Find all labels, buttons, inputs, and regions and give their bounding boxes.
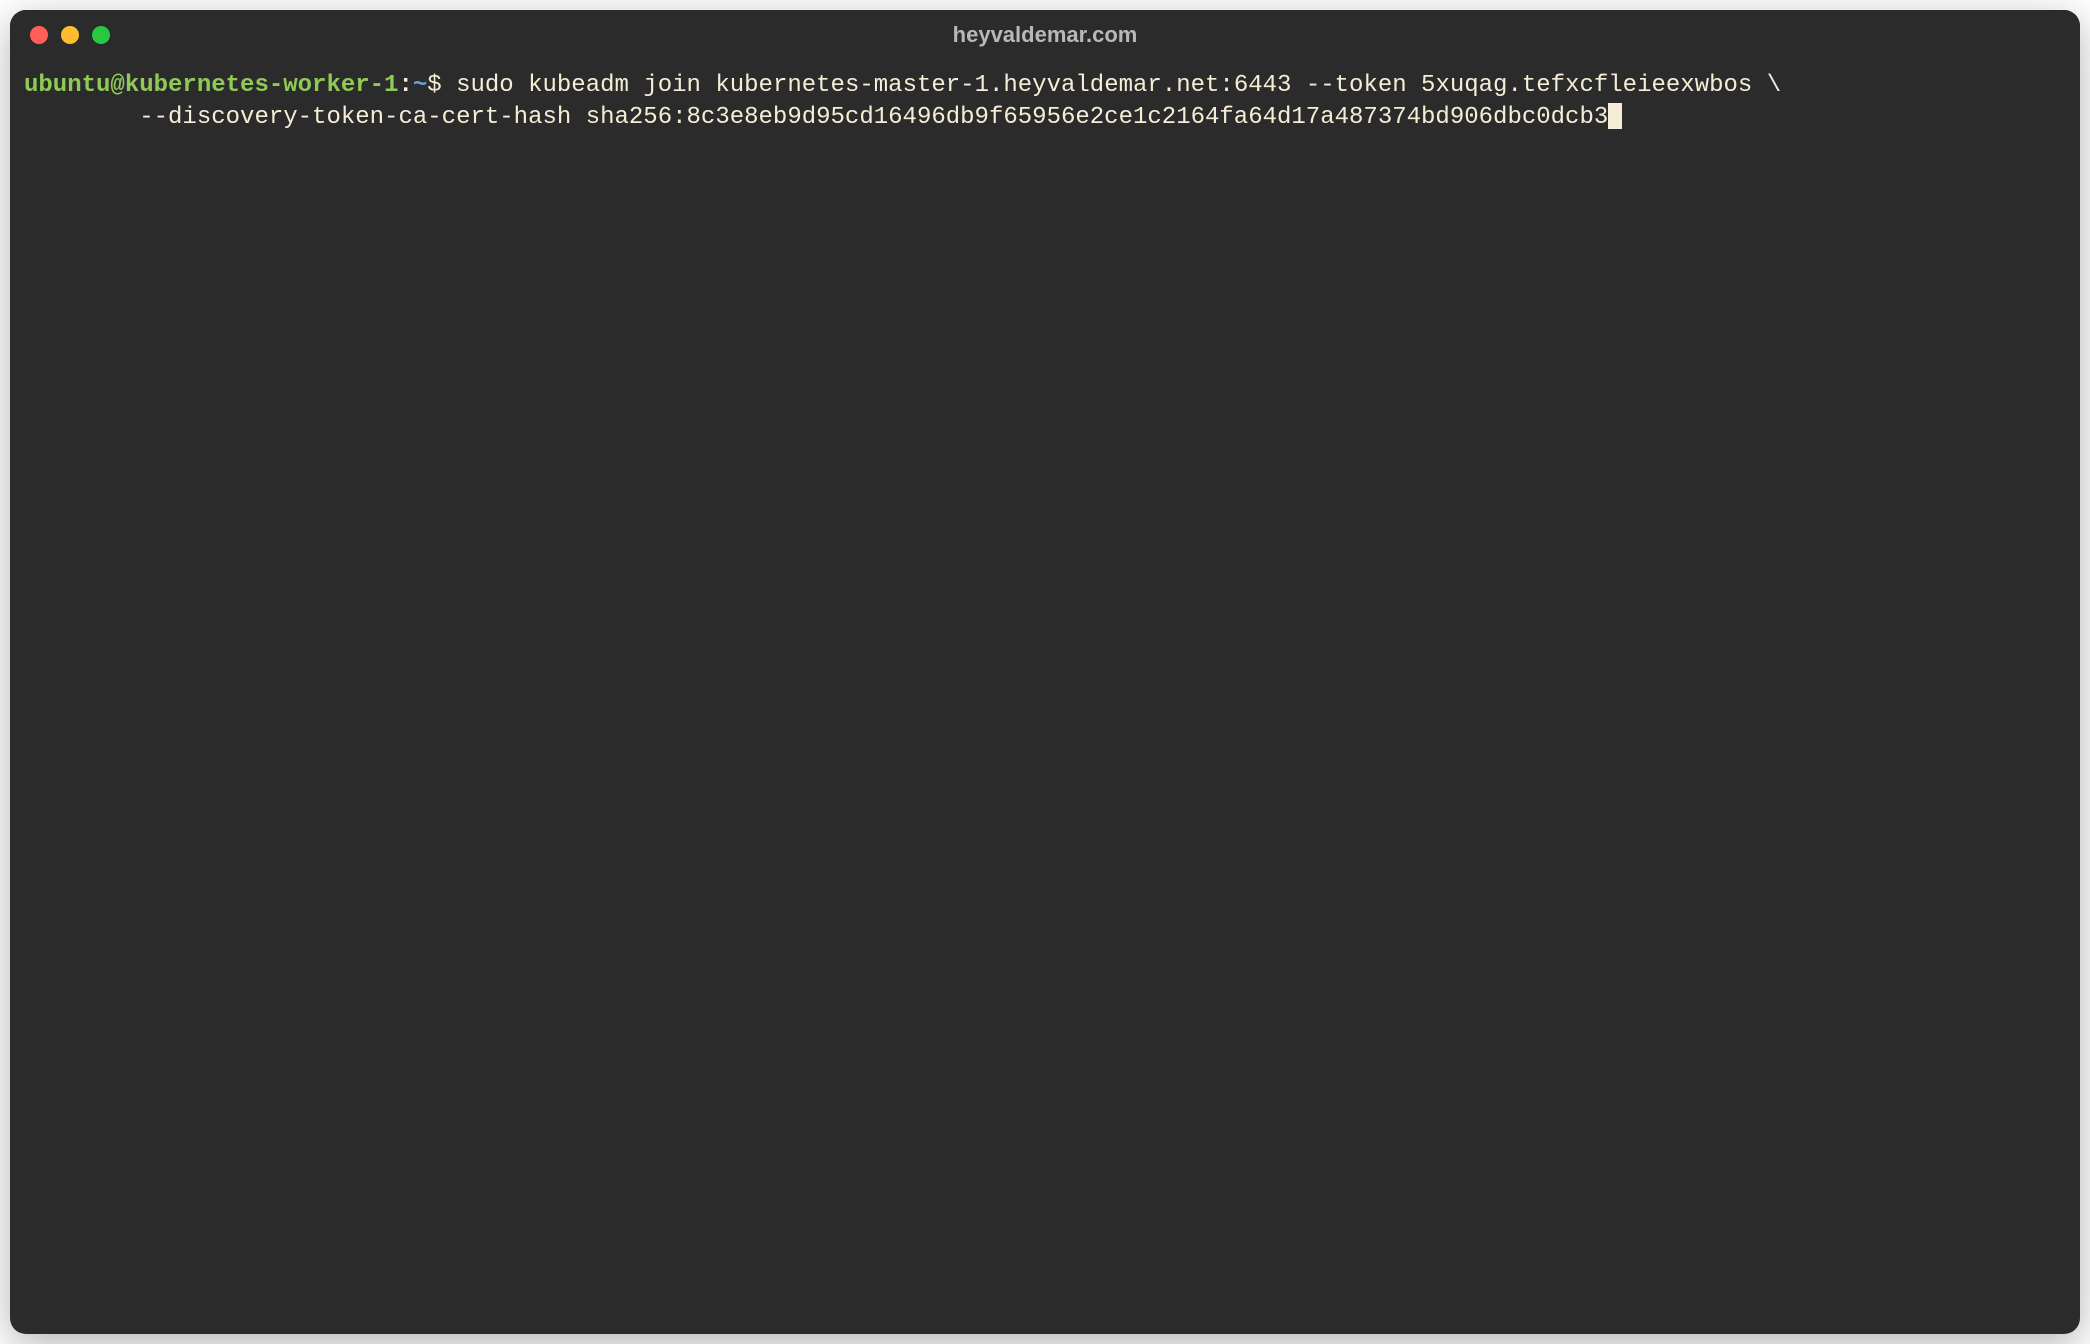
command-line-1: sudo kubeadm join kubernetes-master-1.he…: [442, 72, 1781, 99]
terminal-body[interactable]: ubuntu@kubernetes-worker-1:~$ sudo kubea…: [10, 60, 2080, 1334]
window-titlebar: heyvaldemar.com: [10, 10, 2080, 60]
prompt-path: ~: [413, 72, 427, 99]
prompt-user-host: ubuntu@kubernetes-worker-1: [24, 72, 398, 99]
close-icon[interactable]: [30, 26, 48, 44]
cursor-icon: [1608, 103, 1622, 129]
maximize-icon[interactable]: [92, 26, 110, 44]
command-line-2: --discovery-token-ca-cert-hash sha256:8c…: [24, 104, 1608, 131]
prompt-symbol: $: [427, 72, 441, 99]
minimize-icon[interactable]: [61, 26, 79, 44]
window-title: heyvaldemar.com: [953, 22, 1138, 48]
terminal-window: heyvaldemar.com ubuntu@kubernetes-worker…: [10, 10, 2080, 1334]
prompt-separator: :: [398, 72, 412, 99]
traffic-lights: [30, 26, 110, 44]
